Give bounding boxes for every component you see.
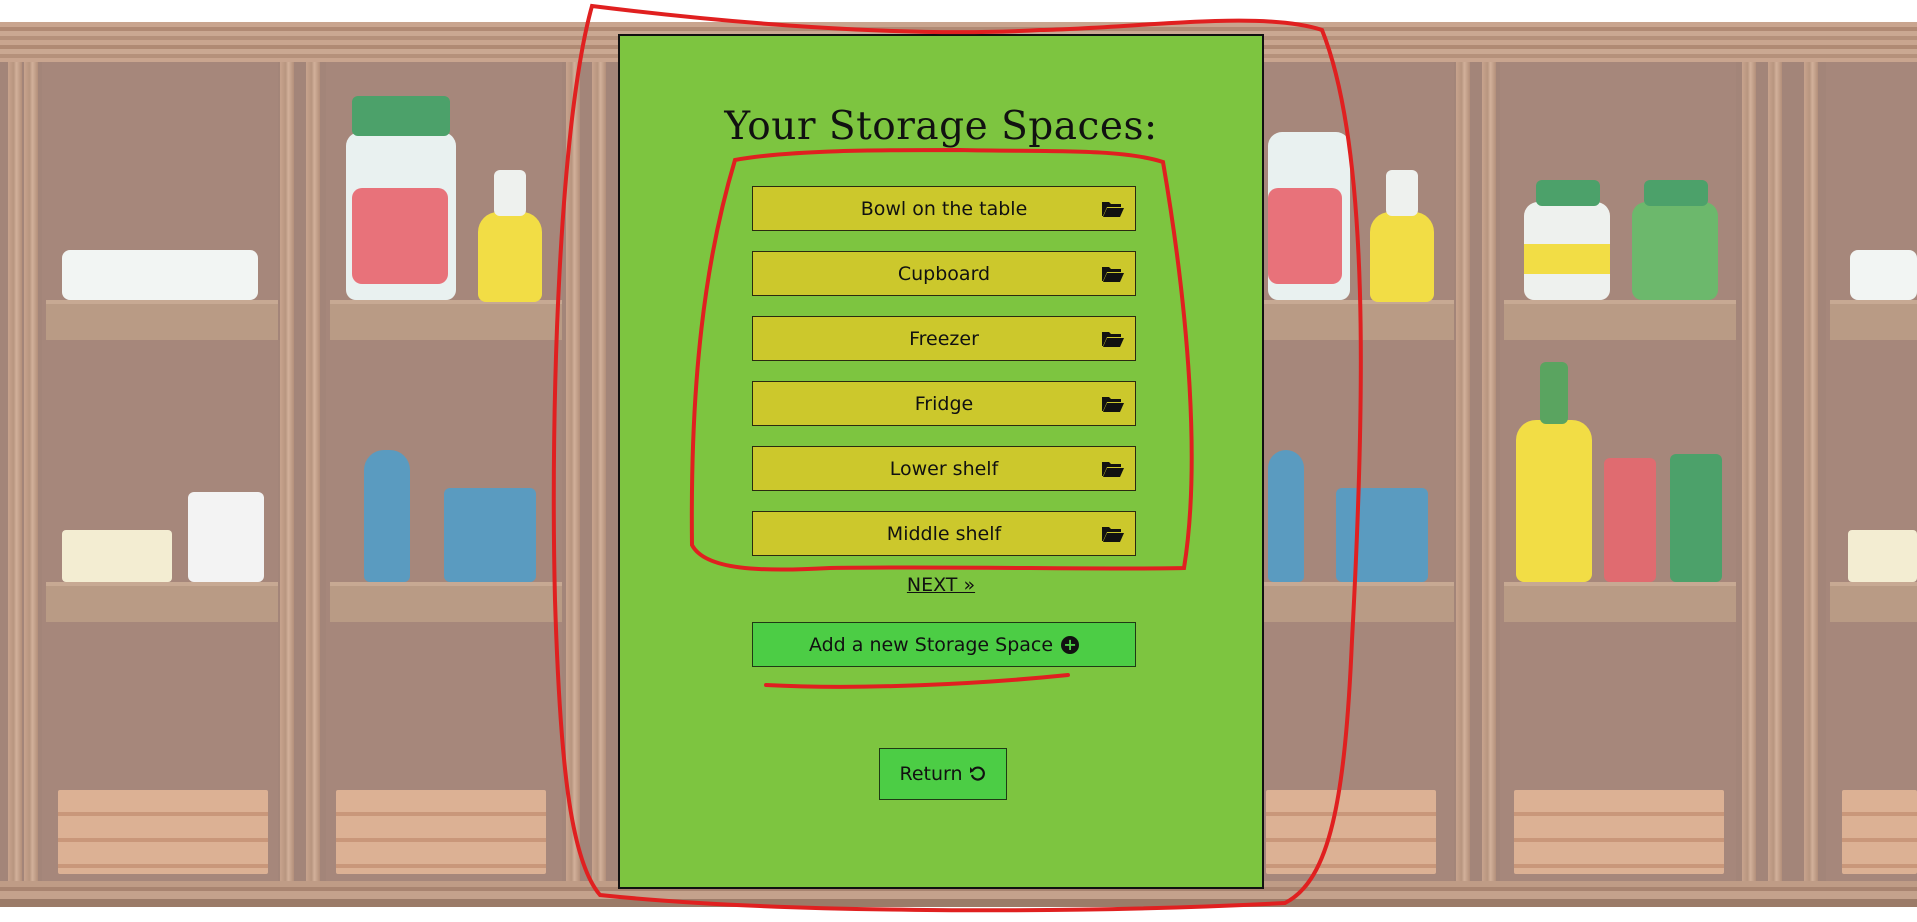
red-can-image: [1604, 458, 1656, 582]
green-can-image: [1670, 454, 1722, 582]
yogurt-cups-image: [62, 530, 172, 582]
shelf-board: [1504, 300, 1736, 340]
jar-lid: [1536, 180, 1600, 206]
storage-space-button[interactable]: Middle shelf: [752, 511, 1136, 556]
storage-space-button[interactable]: Lower shelf: [752, 446, 1136, 491]
shelf-post: [1456, 62, 1470, 881]
blue-tin-image: [444, 488, 536, 582]
page-title: Your Storage Spaces:: [724, 104, 1158, 149]
oil-bottle-image: [478, 212, 542, 302]
shelf-board: [1830, 300, 1917, 340]
shelf-post: [8, 62, 22, 881]
folder-open-icon: [1102, 332, 1124, 347]
carrot-crate-image: [1266, 790, 1436, 874]
oil-bottle-neck: [1386, 170, 1418, 216]
return-label: Return: [899, 763, 963, 785]
folder-open-icon: [1102, 527, 1124, 542]
jar-lid: [1644, 180, 1708, 206]
shelf-board: [46, 582, 278, 622]
egg-carton-image: [62, 250, 258, 300]
yogurt-cups-image: [1848, 530, 1917, 582]
pickle-jar-image: [1632, 202, 1718, 300]
potato-crate-image: [1842, 790, 1917, 874]
shelf-post: [1482, 62, 1496, 881]
shelf-post: [592, 62, 606, 881]
egg-carton-image: [1850, 250, 1917, 300]
storage-space-label: Lower shelf: [889, 457, 999, 480]
greens-crate-image: [1514, 790, 1724, 874]
plus-circle-icon: +: [1061, 635, 1080, 654]
shelf-post: [1768, 62, 1782, 881]
shelf-board: [1504, 582, 1736, 622]
storage-space-button[interactable]: Bowl on the table: [752, 186, 1136, 231]
potato-crate-image: [58, 790, 268, 874]
add-storage-space-label: Add a new Storage Space: [808, 633, 1054, 656]
return-button[interactable]: Return: [879, 748, 1007, 800]
shelf-board: [1262, 300, 1454, 340]
storage-space-button[interactable]: Fridge: [752, 381, 1136, 426]
storage-spaces-panel: Your Storage Spaces: Bowl on the table C…: [618, 34, 1264, 889]
storage-space-button[interactable]: Freezer: [752, 316, 1136, 361]
storage-space-label: Bowl on the table: [860, 197, 1028, 220]
yogurt-cup-image: [188, 492, 264, 582]
storage-space-label: Middle shelf: [886, 522, 1002, 545]
storage-space-button[interactable]: Cupboard: [752, 251, 1136, 296]
oil-bottle-image: [1370, 212, 1434, 302]
shelf-bay: [1826, 62, 1917, 881]
cream-can-image: [364, 450, 410, 582]
carrot-crate-image: [336, 790, 546, 874]
shelf-board: [1262, 582, 1454, 622]
folder-open-icon: [1102, 462, 1124, 477]
folder-open-icon: [1102, 267, 1124, 282]
tomato-slices-image: [352, 188, 448, 284]
oil-bottle-neck: [494, 170, 526, 216]
next-page-link[interactable]: NEXT »: [620, 574, 1262, 596]
shelf-post: [306, 62, 320, 881]
shelf-board: [46, 300, 278, 340]
shelf-post: [1742, 62, 1756, 881]
folder-open-icon: [1102, 397, 1124, 412]
folder-open-icon: [1102, 202, 1124, 217]
storage-space-label: Freezer: [909, 327, 979, 350]
shelf-board: [330, 300, 562, 340]
shelf-board: [330, 582, 562, 622]
blue-tin-image: [1336, 488, 1428, 582]
add-storage-space-button[interactable]: Add a new Storage Space +: [752, 622, 1136, 667]
undo-icon: [969, 766, 985, 781]
storage-space-label: Fridge: [914, 392, 974, 415]
shelf-post: [1804, 62, 1818, 881]
storage-space-list: Bowl on the table Cupboard Freezer Fridg…: [752, 186, 1136, 576]
juice-bottle-image: [1516, 420, 1592, 582]
jar-lid: [352, 96, 450, 136]
storage-space-label: Cupboard: [897, 262, 991, 285]
tomato-slices-image: [1268, 188, 1342, 284]
shelf-bay: [42, 62, 278, 881]
shelf-post: [24, 62, 38, 881]
jar-label: [1524, 244, 1610, 274]
shelf-board: [1830, 582, 1917, 622]
shelf-post: [566, 62, 580, 881]
cream-can-image: [1268, 450, 1304, 582]
shelf-post: [280, 62, 294, 881]
juice-bottle-neck: [1540, 362, 1568, 424]
